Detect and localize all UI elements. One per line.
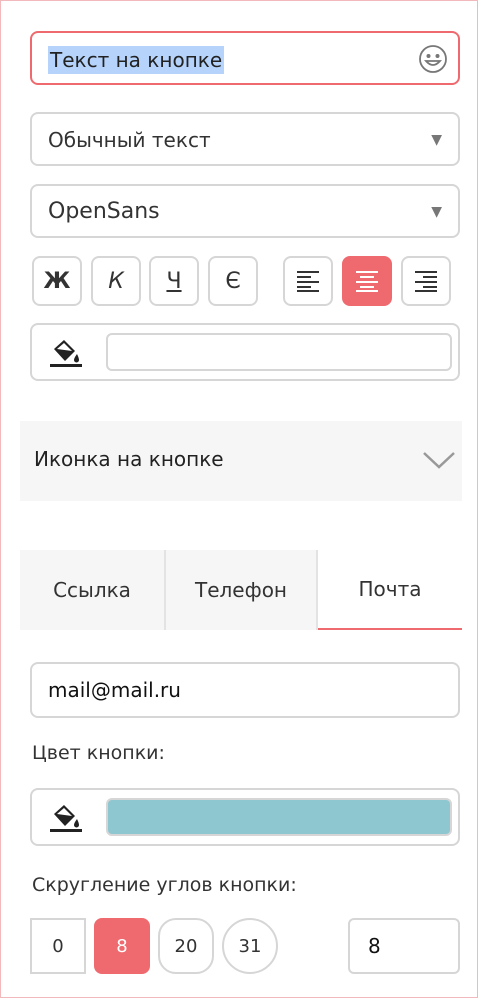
radius-preset-31[interactable]: 31 [222,918,278,974]
text-color-swatch[interactable] [106,333,452,371]
align-left-button[interactable] [283,256,333,306]
align-right-button[interactable] [401,256,451,306]
corner-radius-label: Скругление углов кнопки: [32,874,297,896]
email-field[interactable]: mail@mail.ru [30,662,460,718]
caret-down-icon: ▼ [431,132,442,148]
button-color-picker[interactable] [30,788,460,846]
tab-mail[interactable]: Почта [318,550,462,630]
paint-bucket-icon [50,805,82,832]
text-color-picker[interactable] [30,323,460,381]
link-type-tabs: Ссылка Телефон Почта [20,550,462,630]
paint-bucket-icon [50,340,82,367]
font-select[interactable]: OpenSans ▼ [30,184,460,238]
corner-radius-input[interactable]: 8 [348,918,460,974]
radius-preset-label: 20 [174,935,198,957]
align-center-icon [356,271,378,292]
chevron-down-icon [423,452,455,469]
underline-button[interactable]: Ч [149,256,199,306]
align-center-button[interactable] [342,256,392,306]
smiley-icon[interactable] [418,44,448,74]
button-color-label: Цвет кнопки: [32,742,165,764]
radius-preset-20[interactable]: 20 [158,918,214,974]
email-value: mail@mail.ru [48,678,181,702]
strikethrough-button[interactable]: Є [208,256,258,306]
italic-button[interactable]: К [91,256,141,306]
icon-section-accordion[interactable]: Иконка на кнопке [20,421,462,501]
tab-phone[interactable]: Телефон [166,550,316,630]
text-style-select[interactable]: Обычный текст ▼ [30,112,460,166]
tab-mail-label: Почта [358,577,422,601]
button-text-value: Текст на кнопке [48,46,225,74]
align-left-icon [297,271,319,292]
caret-down-icon: ▼ [431,204,442,220]
corner-radius-value: 8 [368,934,381,958]
radius-preset-label: 8 [116,935,128,957]
bold-label: Ж [43,268,71,294]
align-right-icon [415,271,437,292]
radius-preset-label: 31 [238,935,262,957]
icon-section-label: Иконка на кнопке [34,447,224,471]
tab-link[interactable]: Ссылка [20,550,164,630]
radius-preset-8[interactable]: 8 [94,918,150,974]
button-text-input[interactable]: Текст на кнопке [30,31,460,85]
tab-link-label: Ссылка [53,578,131,602]
radius-preset-label: 0 [52,935,64,957]
italic-label: К [108,268,124,294]
bold-button[interactable]: Ж [32,256,82,306]
tab-phone-label: Телефон [194,578,288,602]
text-style-value: Обычный текст [48,128,211,152]
underline-label: Ч [166,268,182,294]
font-value: OpenSans [48,199,160,224]
radius-preset-0[interactable]: 0 [30,918,86,974]
button-color-swatch[interactable] [106,798,452,836]
strikethrough-label: Є [225,268,241,294]
